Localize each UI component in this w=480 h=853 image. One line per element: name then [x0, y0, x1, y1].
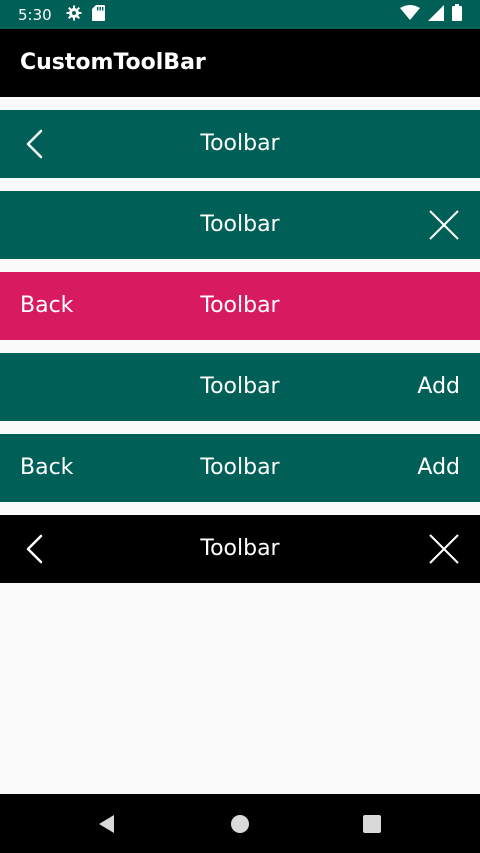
add-button[interactable]: Add	[417, 434, 460, 502]
toolbar-title: Toolbar	[200, 212, 280, 237]
navigation-bar	[0, 794, 480, 853]
toolbar-2: Toolbar	[0, 191, 480, 259]
back-triangle-icon[interactable]	[96, 813, 118, 835]
close-icon[interactable]	[428, 533, 460, 565]
status-left-icons	[66, 4, 105, 25]
toolbar-title: Toolbar	[200, 536, 280, 561]
toolbar-1: Toolbar	[0, 110, 480, 178]
signal-icon	[428, 4, 444, 25]
toolbar-title: Toolbar	[200, 374, 280, 399]
recents-square-icon[interactable]	[361, 813, 383, 835]
toolbar-title: Toolbar	[200, 293, 280, 318]
gear-icon	[66, 5, 82, 25]
wifi-icon	[400, 4, 420, 25]
app-title: CustomToolBar	[20, 50, 206, 75]
toolbar-6: Toolbar	[0, 515, 480, 583]
close-icon[interactable]	[428, 209, 460, 241]
status-time: 5:30	[18, 5, 52, 24]
home-circle-icon[interactable]	[229, 813, 251, 835]
toolbar-5: Back Toolbar Add	[0, 434, 480, 502]
add-button[interactable]: Add	[417, 353, 460, 421]
app-bar: CustomToolBar	[0, 29, 480, 97]
status-right-icons	[400, 0, 462, 29]
status-bar: 5:30	[0, 0, 480, 29]
sd-card-icon	[91, 4, 105, 25]
battery-icon	[452, 4, 462, 25]
toolbar-3: Back Toolbar	[0, 272, 480, 340]
toolbar-4: Toolbar Add	[0, 353, 480, 421]
toolbar-title: Toolbar	[200, 455, 280, 480]
toolbar-title: Toolbar	[200, 131, 280, 156]
